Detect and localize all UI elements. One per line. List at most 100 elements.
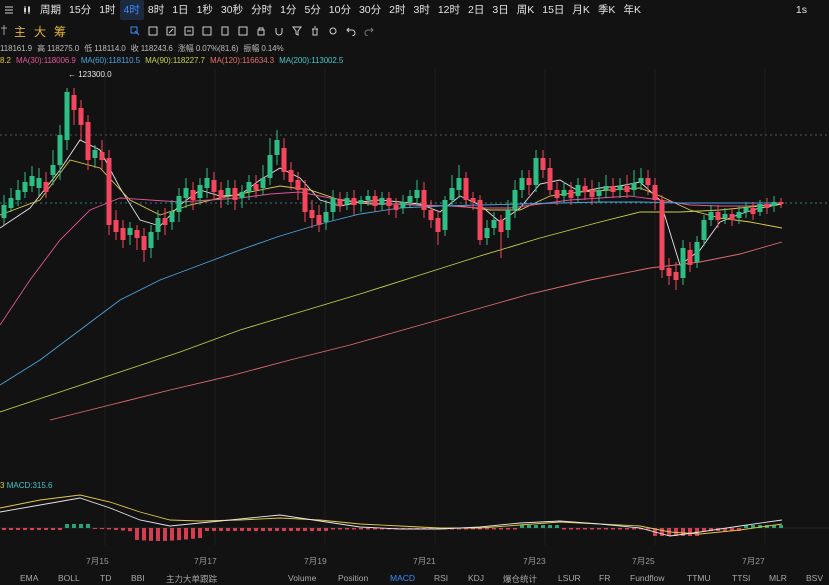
tab-liquidation[interactable]: 爆仓统计 bbox=[503, 573, 537, 585]
interval-2h[interactable]: 2时 bbox=[385, 0, 409, 20]
tab-volume[interactable]: Volume bbox=[288, 573, 316, 583]
candle-body bbox=[344, 198, 350, 204]
macd-histogram-bar bbox=[625, 528, 629, 530]
chart-tools-icons bbox=[126, 22, 378, 40]
macd-histogram-bar bbox=[16, 528, 20, 530]
tab-ttsi[interactable]: TTSI bbox=[732, 573, 750, 583]
candle-type-icon[interactable] bbox=[20, 0, 34, 20]
tab-boll[interactable]: BOLL bbox=[58, 573, 80, 583]
interval-1d[interactable]: 1日 bbox=[168, 0, 192, 20]
magnet-icon[interactable] bbox=[272, 21, 286, 41]
tab-bsv[interactable]: BSV bbox=[806, 573, 823, 583]
line-tool-icon[interactable] bbox=[164, 21, 178, 41]
lock-icon[interactable] bbox=[254, 21, 268, 41]
ma30-value: MA(30):118006.9 bbox=[15, 56, 76, 65]
ray-tool-icon[interactable] bbox=[182, 21, 196, 41]
macd-histogram-bar bbox=[632, 528, 636, 530]
tab-ema[interactable]: EMA bbox=[20, 573, 38, 583]
interval-1h[interactable]: 1时 bbox=[95, 0, 119, 20]
filter-icon[interactable] bbox=[290, 21, 304, 41]
redo-icon[interactable] bbox=[362, 21, 376, 41]
interval-1s[interactable]: 1秒 bbox=[193, 0, 217, 20]
interval-timeshare[interactable]: 分时 bbox=[247, 0, 276, 20]
tab-macd[interactable]: MACD bbox=[390, 573, 415, 583]
kline-chart[interactable] bbox=[0, 0, 829, 583]
date-label: 7月25 bbox=[632, 556, 655, 566]
interval-4h[interactable]: 4时 bbox=[119, 0, 144, 20]
interval-3d[interactable]: 3日 bbox=[488, 0, 512, 20]
interval-2d[interactable]: 2日 bbox=[464, 0, 488, 20]
candle-body bbox=[113, 220, 119, 232]
candle-body bbox=[372, 196, 378, 206]
tab-kdj[interactable]: KDJ bbox=[468, 573, 484, 583]
tab-position[interactable]: Position bbox=[338, 573, 368, 583]
tab-rsi[interactable]: RSI bbox=[434, 573, 448, 583]
macd-histogram-bar bbox=[93, 528, 97, 530]
interval-15m[interactable]: 15分 bbox=[65, 0, 95, 20]
candle-body bbox=[43, 182, 49, 192]
interval-15d[interactable]: 15日 bbox=[538, 0, 568, 20]
interval-12h[interactable]: 12时 bbox=[434, 0, 464, 20]
tab-td[interactable]: TD bbox=[100, 573, 111, 583]
tab-lsur[interactable]: LSUR bbox=[558, 573, 581, 583]
macd-histogram-bar bbox=[212, 528, 216, 531]
menu-icon[interactable] bbox=[2, 0, 16, 20]
cursor-icon[interactable] bbox=[128, 21, 142, 41]
candle-body bbox=[736, 212, 742, 218]
candle-body bbox=[190, 190, 196, 200]
macd-histogram-bar bbox=[618, 528, 622, 530]
settings-icon[interactable] bbox=[326, 21, 340, 41]
candle-body bbox=[169, 212, 175, 222]
tab-fundflow[interactable]: Fundflow bbox=[630, 573, 665, 583]
macd-histogram-bar bbox=[58, 528, 62, 530]
candle-body bbox=[428, 210, 434, 220]
interval-quarter[interactable]: 季K bbox=[594, 0, 620, 20]
macd-histogram-bar bbox=[345, 528, 349, 530]
measure-tool-icon[interactable] bbox=[218, 21, 232, 41]
interval-30m[interactable]: 30分 bbox=[355, 0, 385, 20]
ohlc-close: 收 118243.6 bbox=[130, 44, 173, 53]
interval-year[interactable]: 年K bbox=[619, 0, 645, 20]
macd-histogram-bar bbox=[142, 528, 146, 541]
tab-ttmu[interactable]: TTMU bbox=[687, 573, 711, 583]
interval-1m[interactable]: 1分 bbox=[276, 0, 300, 20]
crosshair-icon[interactable] bbox=[146, 21, 160, 41]
date-label: 7月19 bbox=[304, 556, 327, 566]
interval-10m[interactable]: 10分 bbox=[325, 0, 355, 20]
interval-30s[interactable]: 30秒 bbox=[217, 0, 247, 20]
tab-mlr[interactable]: MLR bbox=[769, 573, 787, 583]
undo-icon[interactable] bbox=[344, 21, 358, 41]
macd-histogram-bar bbox=[324, 528, 328, 531]
interval-5m[interactable]: 5分 bbox=[300, 0, 324, 20]
candle-body bbox=[421, 190, 427, 210]
ma10-line bbox=[0, 159, 783, 229]
interval-week[interactable]: 周K bbox=[513, 0, 539, 20]
period-label[interactable]: 周期 bbox=[36, 0, 65, 20]
pin-icon[interactable] bbox=[0, 24, 8, 38]
macd-histogram-bar bbox=[275, 528, 279, 531]
tab-main-big-order[interactable]: 主力大单跟踪 bbox=[166, 573, 217, 585]
interval-right-1s[interactable]: 1s bbox=[792, 0, 811, 20]
candle-body bbox=[547, 168, 553, 190]
top-toolbar: 周期 15分 1时 4时 8时 1日 1秒 30秒 分时 1分 5分 10分 3… bbox=[0, 0, 829, 20]
text-tool-icon[interactable] bbox=[236, 21, 250, 41]
macd-histogram-bar bbox=[590, 528, 594, 530]
tab-fr[interactable]: FR bbox=[599, 573, 610, 583]
channel-tool-icon[interactable] bbox=[200, 21, 214, 41]
interval-3h[interactable]: 3时 bbox=[410, 0, 434, 20]
trash-icon[interactable] bbox=[308, 21, 322, 41]
macd-histogram-bar bbox=[121, 528, 125, 531]
candle-body bbox=[533, 158, 539, 185]
candle-body bbox=[218, 190, 224, 198]
ma120-line bbox=[49, 241, 783, 421]
macd-histogram-bar bbox=[576, 528, 580, 530]
interval-month[interactable]: 月K bbox=[568, 0, 594, 20]
main-indicator-button[interactable]: 主 bbox=[14, 23, 26, 40]
big-order-button[interactable]: 大 bbox=[34, 23, 46, 40]
macd-histogram-bar bbox=[240, 528, 244, 531]
interval-8h[interactable]: 8时 bbox=[144, 0, 168, 20]
macd-histogram-bar bbox=[688, 528, 692, 536]
candle-body bbox=[78, 108, 84, 125]
chips-button[interactable]: 筹 bbox=[54, 23, 66, 40]
tab-bbi[interactable]: BBI bbox=[131, 573, 145, 583]
